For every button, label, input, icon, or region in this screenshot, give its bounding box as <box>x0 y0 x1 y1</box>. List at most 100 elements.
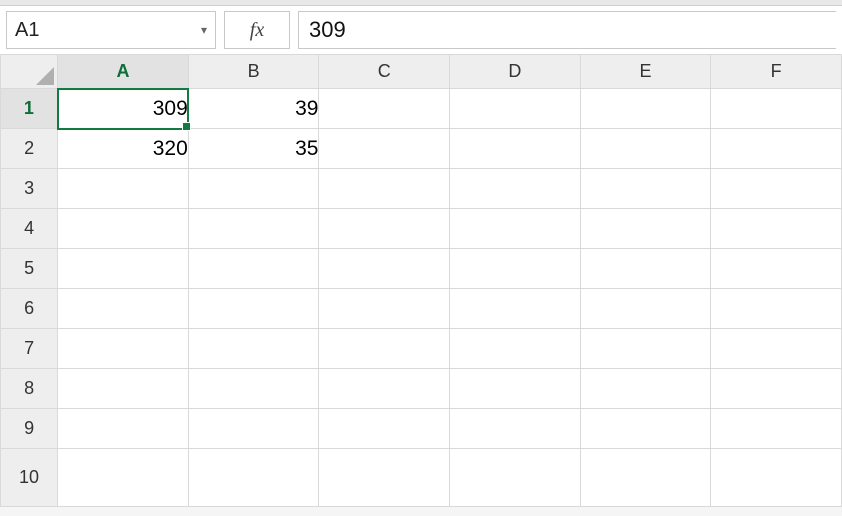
row-head-9[interactable]: 9 <box>1 409 58 449</box>
table-row: 3 <box>1 169 842 209</box>
cell-F9[interactable] <box>711 409 842 449</box>
insert-function-button[interactable]: fx <box>224 11 290 49</box>
cell-B7[interactable] <box>188 329 319 369</box>
formula-input[interactable]: 309 <box>298 11 836 49</box>
sheet-area: A B C D E F 1 309 39 <box>0 54 842 507</box>
cell-value: 39 <box>295 97 318 120</box>
cell-C7[interactable] <box>319 329 450 369</box>
col-head-E[interactable]: E <box>580 55 711 89</box>
table-row: 9 <box>1 409 842 449</box>
col-head-C[interactable]: C <box>319 55 450 89</box>
cell-D7[interactable] <box>450 329 581 369</box>
cell-F8[interactable] <box>711 369 842 409</box>
cell-B3[interactable] <box>188 169 319 209</box>
cell-E6[interactable] <box>580 289 711 329</box>
cell-F1[interactable] <box>711 89 842 129</box>
cell-D9[interactable] <box>450 409 581 449</box>
cell-F6[interactable] <box>711 289 842 329</box>
cell-A10[interactable] <box>58 449 189 507</box>
cell-F3[interactable] <box>711 169 842 209</box>
column-header-row: A B C D E F <box>1 55 842 89</box>
cell-C6[interactable] <box>319 289 450 329</box>
col-label: B <box>248 61 260 81</box>
formula-bar: A1 ▾ fx 309 <box>0 6 842 54</box>
cell-D6[interactable] <box>450 289 581 329</box>
cell-B6[interactable] <box>188 289 319 329</box>
cell-C8[interactable] <box>319 369 450 409</box>
row-head-5[interactable]: 5 <box>1 249 58 289</box>
cell-C2[interactable] <box>319 129 450 169</box>
cell-F2[interactable] <box>711 129 842 169</box>
cell-A1[interactable]: 309 <box>58 89 189 129</box>
row-label: 7 <box>24 338 34 358</box>
cell-A9[interactable] <box>58 409 189 449</box>
cell-C10[interactable] <box>319 449 450 507</box>
cell-C9[interactable] <box>319 409 450 449</box>
row-head-4[interactable]: 4 <box>1 209 58 249</box>
cell-F4[interactable] <box>711 209 842 249</box>
cell-D5[interactable] <box>450 249 581 289</box>
col-label: F <box>771 61 782 81</box>
cell-B1[interactable]: 39 <box>188 89 319 129</box>
col-head-B[interactable]: B <box>188 55 319 89</box>
row-head-6[interactable]: 6 <box>1 289 58 329</box>
cell-D4[interactable] <box>450 209 581 249</box>
row-head-2[interactable]: 2 <box>1 129 58 169</box>
cell-C3[interactable] <box>319 169 450 209</box>
row-head-10[interactable]: 10 <box>1 449 58 507</box>
cell-B9[interactable] <box>188 409 319 449</box>
cell-D3[interactable] <box>450 169 581 209</box>
row-head-8[interactable]: 8 <box>1 369 58 409</box>
row-label: 3 <box>24 178 34 198</box>
cell-A4[interactable] <box>58 209 189 249</box>
table-row: 5 <box>1 249 842 289</box>
row-head-3[interactable]: 3 <box>1 169 58 209</box>
cell-C4[interactable] <box>319 209 450 249</box>
cell-E5[interactable] <box>580 249 711 289</box>
cell-E2[interactable] <box>580 129 711 169</box>
cell-F5[interactable] <box>711 249 842 289</box>
row-head-7[interactable]: 7 <box>1 329 58 369</box>
table-row: 4 <box>1 209 842 249</box>
cell-value: 35 <box>295 137 318 160</box>
chevron-down-icon[interactable]: ▾ <box>201 23 207 37</box>
cell-A8[interactable] <box>58 369 189 409</box>
cell-E9[interactable] <box>580 409 711 449</box>
cell-E3[interactable] <box>580 169 711 209</box>
cell-A2[interactable]: 320 <box>58 129 189 169</box>
cell-D1[interactable] <box>450 89 581 129</box>
cell-E1[interactable] <box>580 89 711 129</box>
grid-table: A B C D E F 1 309 39 <box>0 54 842 507</box>
select-all-corner[interactable] <box>1 55 58 89</box>
cell-A6[interactable] <box>58 289 189 329</box>
cell-E8[interactable] <box>580 369 711 409</box>
cell-value: 320 <box>153 137 188 160</box>
cell-E10[interactable] <box>580 449 711 507</box>
col-head-F[interactable]: F <box>711 55 842 89</box>
table-row: 2 320 35 <box>1 129 842 169</box>
cell-D8[interactable] <box>450 369 581 409</box>
cell-C5[interactable] <box>319 249 450 289</box>
row-head-1[interactable]: 1 <box>1 89 58 129</box>
cell-D10[interactable] <box>450 449 581 507</box>
cell-B5[interactable] <box>188 249 319 289</box>
col-head-D[interactable]: D <box>450 55 581 89</box>
name-box[interactable]: A1 ▾ <box>6 11 216 49</box>
cell-E4[interactable] <box>580 209 711 249</box>
col-head-A[interactable]: A <box>58 55 189 89</box>
cell-B4[interactable] <box>188 209 319 249</box>
spreadsheet-app: { "formula_bar": { "cell_ref": "A1", "fx… <box>0 0 842 516</box>
cell-A7[interactable] <box>58 329 189 369</box>
formula-value: 309 <box>309 17 346 43</box>
cell-B10[interactable] <box>188 449 319 507</box>
cell-F10[interactable] <box>711 449 842 507</box>
cell-A5[interactable] <box>58 249 189 289</box>
cell-B2[interactable]: 35 <box>188 129 319 169</box>
cell-A3[interactable] <box>58 169 189 209</box>
cell-D2[interactable] <box>450 129 581 169</box>
cell-B8[interactable] <box>188 369 319 409</box>
col-label: C <box>378 61 391 81</box>
cell-E7[interactable] <box>580 329 711 369</box>
cell-C1[interactable] <box>319 89 450 129</box>
cell-F7[interactable] <box>711 329 842 369</box>
